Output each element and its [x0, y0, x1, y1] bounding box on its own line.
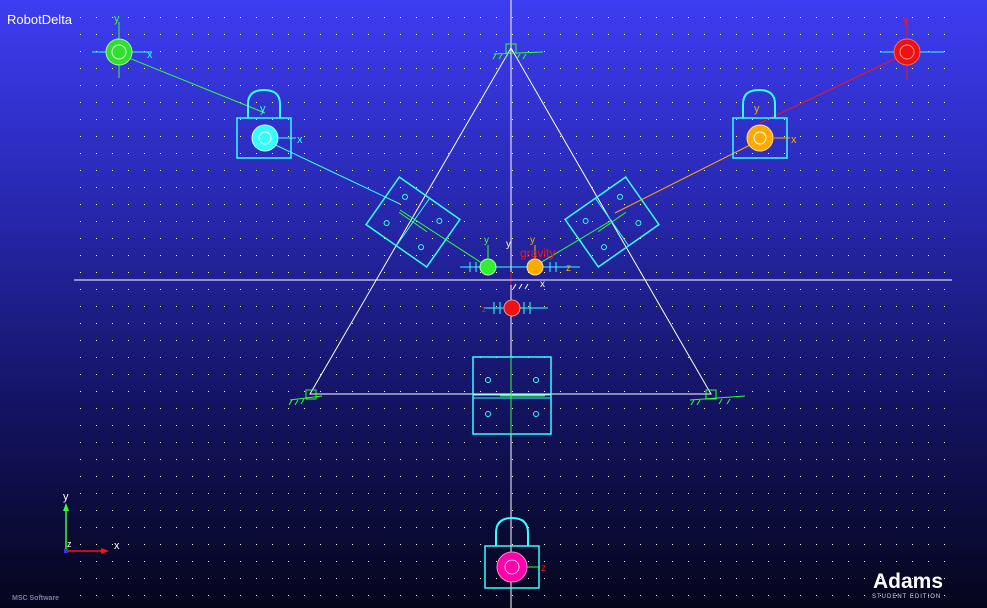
- svg-text:z: z: [566, 263, 571, 274]
- svg-text:z: z: [541, 563, 546, 574]
- adams-viewport[interactable]: y x y x y x y z y y y z x z gravity Robo…: [0, 0, 987, 608]
- svg-text:x: x: [791, 134, 797, 146]
- adams-logo: Adams: [873, 570, 944, 593]
- triad-x-label: x: [114, 540, 120, 552]
- svg-text:y: y: [506, 239, 511, 250]
- svg-text:y: y: [260, 103, 266, 115]
- svg-text:x: x: [147, 49, 153, 61]
- model-scene[interactable]: y x y x y x y z y y y z x z gravity: [0, 0, 987, 608]
- model-name-label: RobotDelta: [7, 12, 73, 27]
- svg-text:y: y: [530, 235, 535, 246]
- vendor-logo: MSC Software: [12, 595, 60, 602]
- triad-z-label: z: [67, 539, 72, 549]
- svg-text:y: y: [484, 235, 489, 246]
- svg-text:x: x: [297, 134, 303, 146]
- svg-text:y: y: [903, 14, 909, 26]
- svg-text:y: y: [114, 13, 120, 25]
- triad-y-label: y: [63, 491, 69, 503]
- svg-text:y: y: [754, 103, 760, 115]
- gravity-label[interactable]: gravity: [520, 246, 555, 260]
- edition-label: STUDENT EDITION: [872, 594, 942, 600]
- svg-text:x: x: [540, 279, 545, 290]
- svg-text:z: z: [482, 304, 487, 314]
